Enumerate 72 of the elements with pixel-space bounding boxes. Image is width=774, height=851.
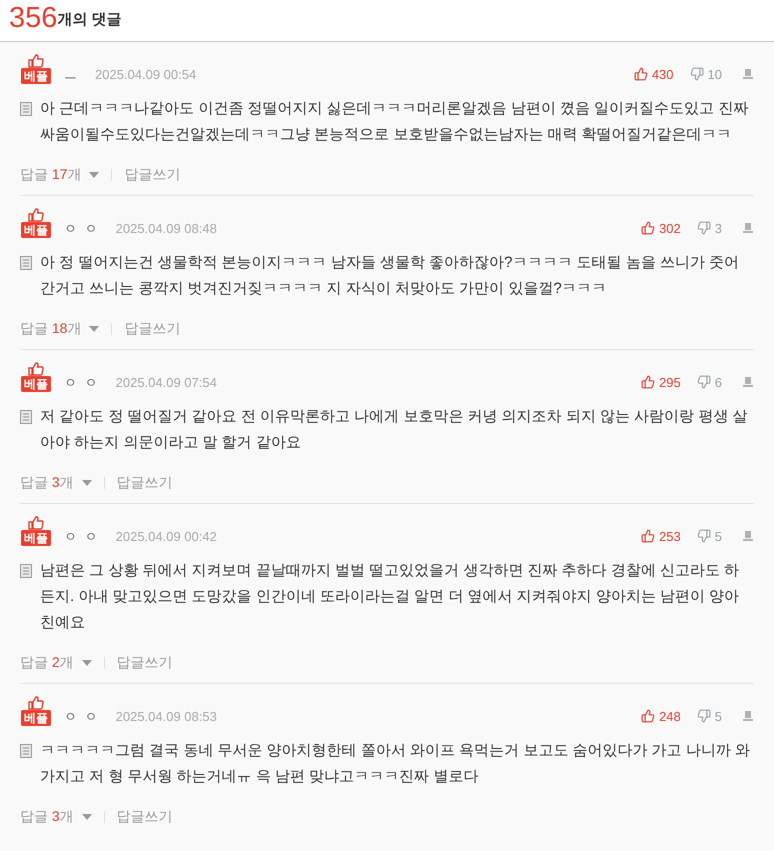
like-count: 430 — [652, 66, 674, 84]
like-count: 295 — [659, 374, 681, 392]
write-reply-link[interactable]: 답글쓰기 — [116, 806, 173, 827]
document-icon — [20, 564, 32, 578]
dislike-icon[interactable] — [690, 67, 704, 82]
document-icon — [20, 744, 32, 758]
best-badge: 베플 — [21, 710, 51, 726]
comment-date: 2025.04.09 08:53 — [116, 708, 217, 726]
dislike-count: 3 — [714, 220, 722, 238]
document-icon — [20, 410, 32, 424]
caret-icon[interactable] — [82, 480, 92, 486]
report-icon[interactable] — [742, 530, 754, 542]
comment-date: 2025.04.09 00:42 — [116, 528, 217, 546]
caret-icon[interactable] — [89, 172, 100, 178]
dislike-icon[interactable] — [696, 709, 711, 724]
thumbs-up-icon — [28, 54, 44, 68]
reply-toggle[interactable]: 답글 18개 — [20, 318, 82, 339]
dislike-count: 5 — [714, 528, 722, 546]
like-count: 248 — [659, 708, 681, 726]
document-icon — [20, 102, 32, 116]
comment-date: 2025.04.09 07:54 — [116, 374, 217, 392]
write-reply-link[interactable]: 답글쓰기 — [116, 472, 173, 493]
like-count: 302 — [659, 220, 681, 238]
best-badge: 베플 — [21, 222, 51, 238]
comment-text: ㅋㅋㅋㅋㅋ그럼 결국 동네 무서운 양아치형한테 쫄아서 와이프 욕먹는거 보고도 숨어있다가 가고 나니까 와가지고 저 형 무서웡 하는거네ㅠ 윽 남편 맞냐고ㅋㅋㅋ진짜 별로다 — [40, 741, 752, 787]
comment-text: 저 같아도 정 떨어질거 같아요 전 이유막론하고 나에게 보호막은 커녕 의지조차 되지 않는 사람이랑 평생 살아야 하는지 의문이라고 말 할거 같아요 — [40, 407, 749, 453]
report-icon[interactable] — [742, 222, 754, 234]
caret-icon[interactable] — [82, 660, 92, 666]
write-reply-link[interactable]: 답글쓰기 — [124, 318, 180, 339]
write-reply-link[interactable]: 답글쓰기 — [124, 164, 180, 185]
thumbs-up-icon — [28, 696, 44, 710]
report-icon[interactable] — [742, 68, 754, 80]
comment-date: 2025.04.09 00:54 — [95, 66, 196, 84]
report-icon[interactable] — [742, 710, 754, 722]
dislike-count: 5 — [714, 708, 722, 726]
like-icon[interactable] — [634, 67, 648, 82]
reply-toggle[interactable]: 답글 17개 — [20, 164, 82, 185]
document-icon — [20, 256, 32, 270]
best-badge: 베플 — [21, 376, 51, 392]
best-badge: 베플 — [21, 530, 51, 546]
like-icon[interactable] — [641, 375, 656, 390]
like-icon[interactable] — [641, 529, 656, 544]
comment-author: ㅇ ㅇ — [64, 708, 100, 726]
dislike-icon[interactable] — [696, 375, 711, 390]
comment-count: 356 — [9, 3, 58, 33]
caret-icon[interactable] — [89, 326, 100, 332]
comment-count-label: 개의 댓글 — [57, 10, 122, 30]
dislike-count: 6 — [714, 374, 722, 392]
comment-text: 아 정 떨어지는건 생물학적 본능이지ㅋㅋㅋ 남자들 생물학 좋아하잖아?ㅋㅋㅋㅋ 도태될 놈을 쓰니가 줏어간거고 쓰니는 콩깍지 벗겨진거짖ㅋㅋㅋㅋ 지 자식이 처맞아도 가만이 있을껄?ㅋㅋㅋ — [40, 253, 740, 299]
dislike-icon[interactable] — [696, 529, 711, 544]
thumbs-up-icon — [28, 362, 44, 376]
dislike-count: 10 — [708, 66, 722, 84]
reply-toggle[interactable]: 답글 3개 — [20, 472, 74, 493]
like-icon[interactable] — [641, 709, 656, 724]
like-icon[interactable] — [641, 221, 656, 236]
like-count: 253 — [659, 528, 681, 546]
reply-toggle[interactable]: 답글 3개 — [20, 806, 74, 827]
thumbs-up-icon — [28, 208, 44, 222]
comment-author: ㅇ ㅇ — [64, 528, 100, 546]
comment-date: 2025.04.09 08:48 — [116, 220, 217, 238]
comment-author: ㅇ ㅇ — [64, 374, 100, 392]
thumbs-up-icon — [28, 516, 44, 530]
comment-text: 남편은 그 상황 뒤에서 지켜보며 끝날때까지 벌벌 떨고있었을거 생각하면 진짜 추하다 경찰에 신고라도 하든지. 아내 맞고있으면 도망갔을 인간이네 또라이라는걸 알면 더 옆에서 지켜줘야지 양아치는 남편이 양아친예요 — [40, 561, 740, 633]
report-icon[interactable] — [742, 376, 754, 388]
reply-toggle[interactable]: 답글 2개 — [20, 652, 74, 673]
caret-icon[interactable] — [82, 814, 92, 820]
dislike-icon[interactable] — [696, 221, 711, 236]
comment-author: ㅡ — [64, 66, 79, 84]
comment-author: ㅇ ㅇ — [64, 220, 100, 238]
best-badge: 베플 — [21, 68, 51, 84]
write-reply-link[interactable]: 답글쓰기 — [116, 652, 173, 673]
comment-text: 아 근데ㅋㅋㅋ나같아도 이건좀 정떨어지지 싫은데ㅋㅋㅋ머리론알겠음 남편이 꼈음 일이커질수도있고 진짜 싸움이될수도있다는건알겠는데ㅋㅋ그냥 본능적으로 보호받을수없는남자는 매력 확떨어질거같은데ㅋㅋ — [40, 99, 750, 145]
